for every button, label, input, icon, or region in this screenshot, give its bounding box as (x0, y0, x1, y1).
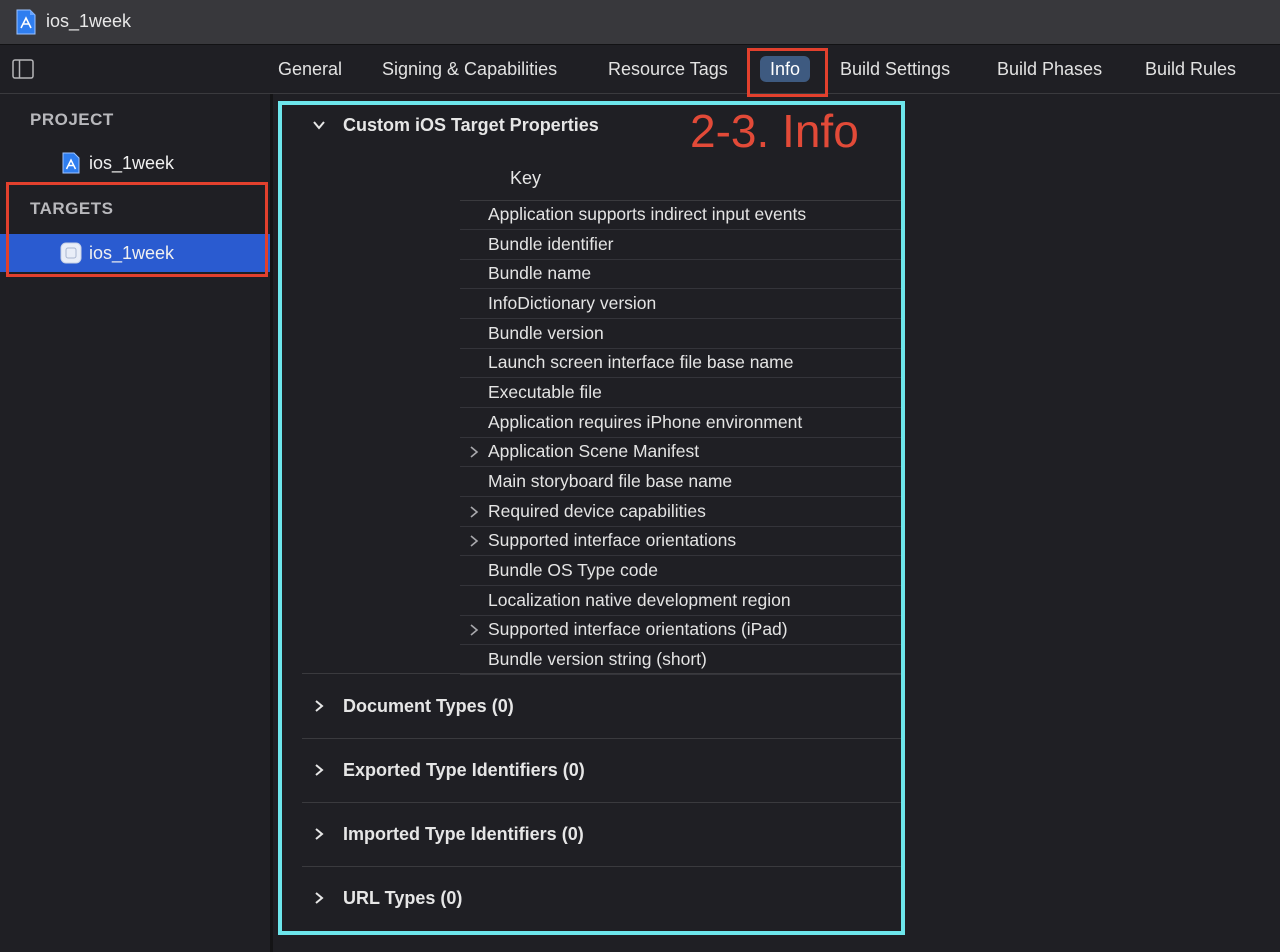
sidebar-item-label: ios_1week (89, 153, 175, 173)
window-title: ios_1week (46, 11, 132, 31)
targets-highlight-box (6, 182, 268, 277)
xcode-project-icon (16, 9, 36, 35)
window-titlebar: ios_1week (0, 0, 1280, 45)
tab-build-rules[interactable]: Build Rules (1135, 56, 1246, 82)
step-annotation: 2-3. Info (690, 105, 859, 157)
info-tab-highlight-box (747, 48, 828, 97)
info-content-highlight-box (278, 101, 905, 935)
editor-tab-bar: General Signing & Capabilities Resource … (0, 45, 1280, 94)
tab-build-phases[interactable]: Build Phases (987, 56, 1112, 82)
tab-build-settings[interactable]: Build Settings (830, 56, 960, 82)
tab-resource-tags[interactable]: Resource Tags (598, 56, 738, 82)
project-section-header: PROJECT (30, 110, 114, 129)
sidebar-item-project[interactable]: ios_1week (0, 144, 270, 182)
xcode-project-icon (62, 152, 80, 174)
tab-signing-capabilities[interactable]: Signing & Capabilities (372, 56, 567, 82)
sidebar-toggle-icon[interactable] (12, 59, 34, 79)
tab-general[interactable]: General (268, 56, 352, 82)
